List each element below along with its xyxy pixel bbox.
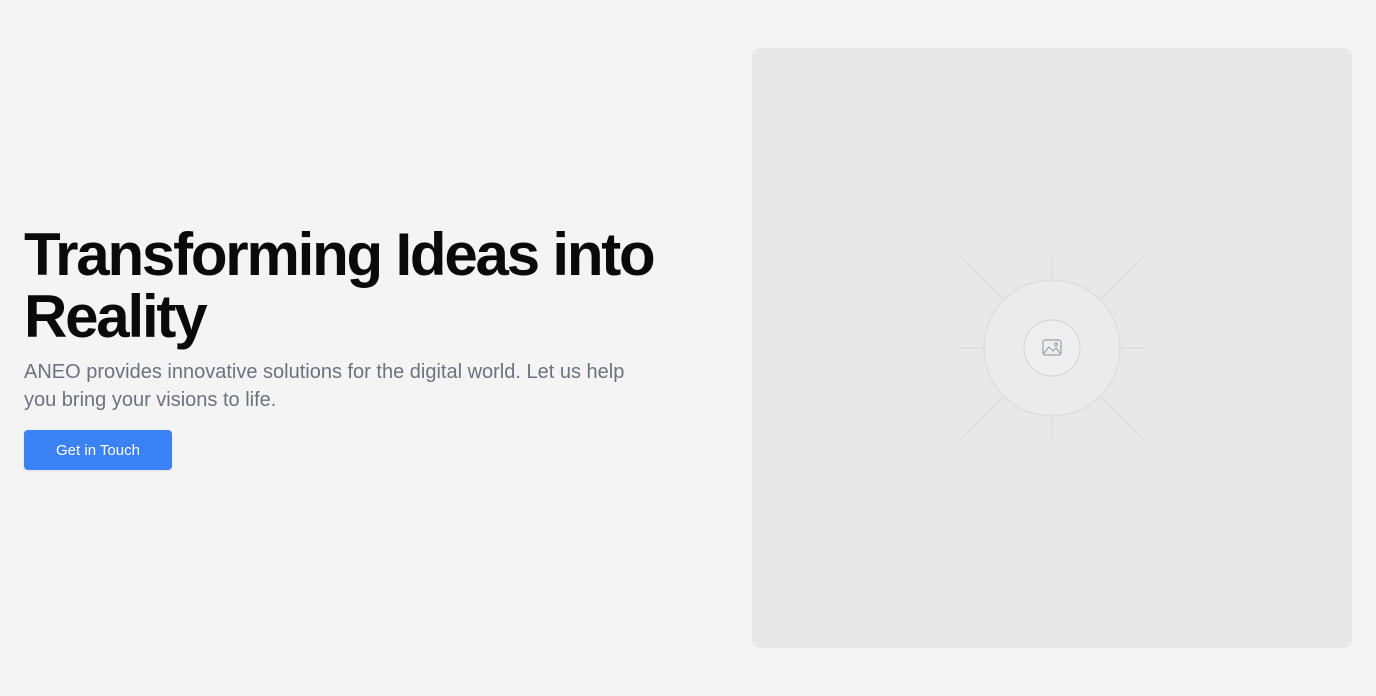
hero-title-line-1: Transforming Ideas into <box>24 221 656 288</box>
hero-section: Transforming Ideas into Reality ANEO pro… <box>24 224 704 470</box>
hero-subtitle: ANEO provides innovative solutions for t… <box>24 361 625 411</box>
hero-title-line-2: Reality <box>24 283 208 350</box>
get-in-touch-button[interactable]: Get in Touch <box>24 430 172 470</box>
hero-image-placeholder <box>752 48 1352 648</box>
hero-title: Transforming Ideas into Reality <box>24 224 704 348</box>
placeholder-graphic <box>960 256 1144 440</box>
